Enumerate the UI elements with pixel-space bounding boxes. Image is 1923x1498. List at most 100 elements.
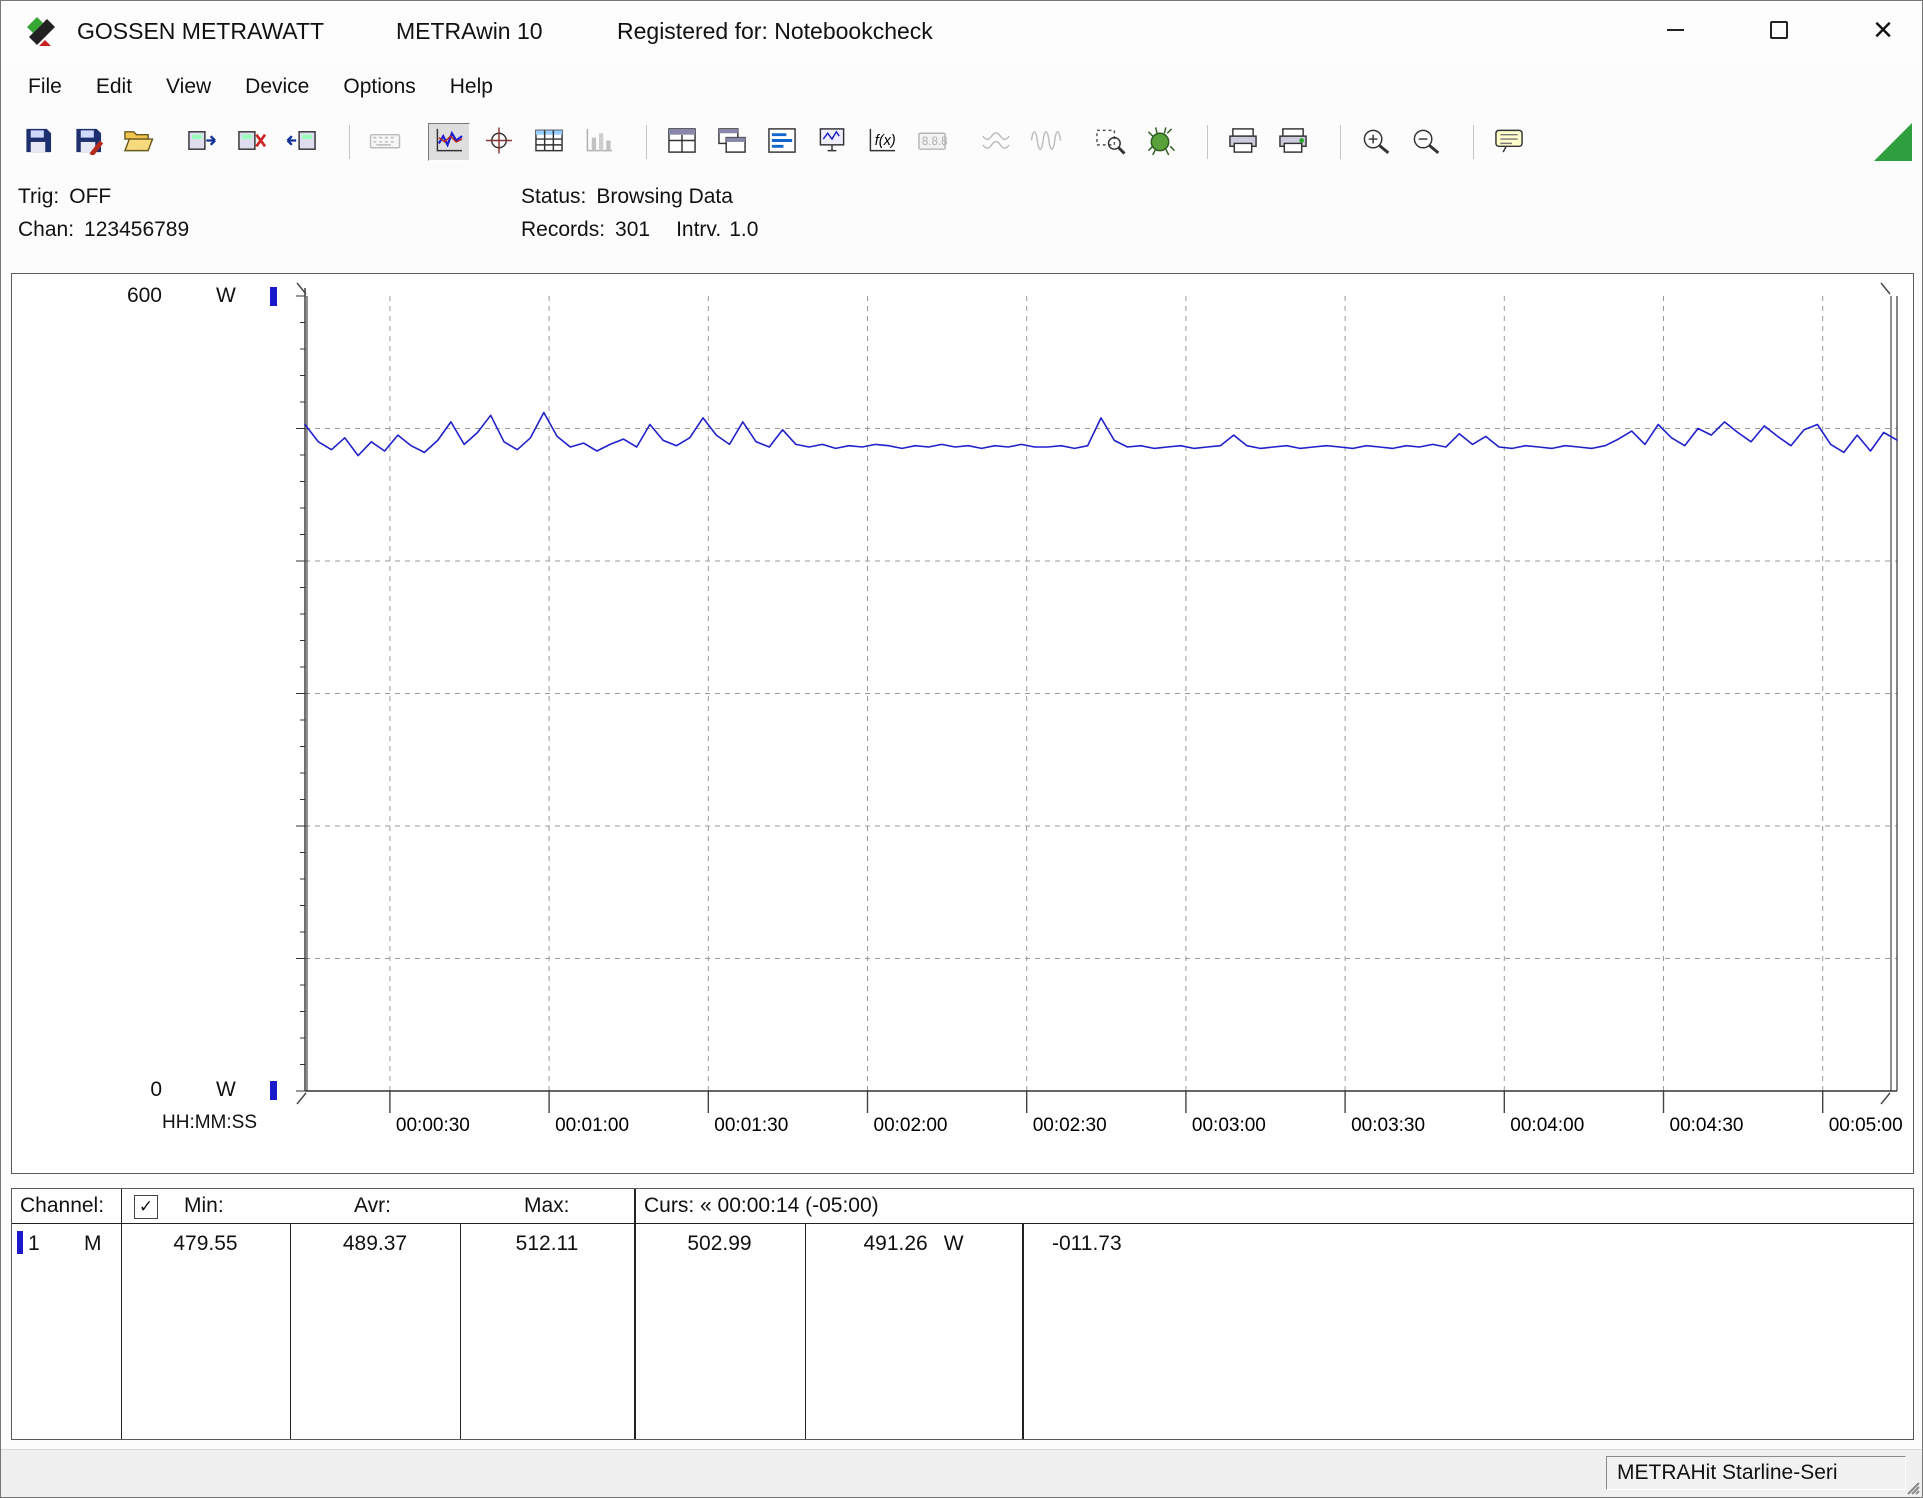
toolbar-button-print-setup[interactable] <box>1272 123 1314 161</box>
toolbar-button-save-as[interactable] <box>67 123 109 161</box>
waveform-icon <box>1030 126 1062 158</box>
toolbar-group <box>1488 123 1538 161</box>
row-cursor-delta: -011.73 <box>1052 1232 1122 1256</box>
toolbar-button-keyboard <box>364 123 406 161</box>
col-header-max: Max: <box>524 1194 570 1218</box>
note-icon <box>1493 126 1525 158</box>
table-divider <box>805 1224 806 1439</box>
toolbar: f(x) 8.8.8 <box>1 109 1922 175</box>
x-axis-label: HH:MM:SS <box>162 1112 257 1134</box>
svg-text:00:01:00: 00:01:00 <box>555 1115 629 1136</box>
toolbar-button-device-display: 8.8.8 <box>911 123 953 161</box>
power-chart[interactable]: 00:00:3000:01:0000:01:3000:02:0000:02:30… <box>291 280 1905 1143</box>
toolbar-separator <box>646 125 647 159</box>
menu-item-edit[interactable]: Edit <box>79 65 149 109</box>
table-divider <box>634 1189 636 1439</box>
toolbar-button-save[interactable] <box>17 123 59 161</box>
channel-visible-checkbox[interactable]: ✓ <box>134 1195 158 1219</box>
toolbar-group <box>364 123 414 161</box>
col-header-channel: Channel: <box>20 1194 104 1218</box>
zoom-out-icon <box>1410 126 1442 158</box>
minimize-button[interactable] <box>1652 9 1698 51</box>
svg-text:00:00:30: 00:00:30 <box>396 1115 470 1136</box>
toolbar-button-device-clear[interactable] <box>231 123 273 161</box>
toolbar-button-fx[interactable]: f(x) <box>861 123 903 161</box>
svg-text:8.8.8: 8.8.8 <box>922 135 948 148</box>
toolbar-button-crosshair[interactable] <box>478 123 520 161</box>
toolbar-button-line-chart[interactable] <box>428 123 470 161</box>
toolbar-separator <box>1340 125 1341 159</box>
records-label: Records: <box>521 218 605 241</box>
row-avr: 489.37 <box>290 1232 460 1256</box>
keyboard-icon <box>369 126 401 158</box>
toolbar-button-zoom-out[interactable] <box>1405 123 1447 161</box>
metrawin-window: GOSSEN METRAWATT METRAwin 10 Registered … <box>0 0 1923 1498</box>
toolbar-button-bug[interactable] <box>1139 123 1181 161</box>
toolbar-separator <box>1207 125 1208 159</box>
bar-chart-icon <box>583 126 615 158</box>
svg-text:00:03:30: 00:03:30 <box>1351 1115 1425 1136</box>
line-chart-icon <box>433 126 465 158</box>
device-display-icon: 8.8.8 <box>916 126 948 158</box>
trig-label: Trig: <box>18 185 59 208</box>
toolbar-button-device-export[interactable] <box>281 123 323 161</box>
row-max: 512.11 <box>460 1232 634 1256</box>
toolbar-button-tile-windows[interactable] <box>661 123 703 161</box>
measurement-table: Channel: ✓ Min: Avr: Max: Curs: « 00:00:… <box>11 1188 1914 1440</box>
toolbar-button-waveform <box>1025 123 1067 161</box>
toolbar-button-device-read[interactable] <box>181 123 223 161</box>
svg-text:00:02:00: 00:02:00 <box>874 1115 948 1136</box>
menu-item-help[interactable]: Help <box>433 65 510 109</box>
toolbar-button-open[interactable] <box>117 123 159 161</box>
status-label: Status: <box>521 185 586 208</box>
table-divider <box>460 1224 461 1439</box>
menubar: FileEditViewDeviceOptionsHelp <box>1 65 1922 109</box>
toolbar-button-zoom-select[interactable] <box>1089 123 1131 161</box>
toolbar-button-zoom-in[interactable] <box>1355 123 1397 161</box>
table-divider <box>1022 1224 1024 1439</box>
check-icon: ✓ <box>139 1197 153 1217</box>
toolbar-button-table-view[interactable] <box>528 123 570 161</box>
close-button[interactable] <box>1860 9 1906 51</box>
menu-item-options[interactable]: Options <box>326 65 432 109</box>
titlebar: GOSSEN METRAWATT METRAwin 10 Registered … <box>1 1 1922 65</box>
monitor-icon <box>816 126 848 158</box>
toolbar-button-note[interactable] <box>1488 123 1530 161</box>
col-header-min: Min: <box>184 1194 224 1218</box>
minimize-icon <box>1667 29 1684 31</box>
toolbar-group <box>1222 123 1322 161</box>
y-axis-marker-bottom <box>270 1081 277 1100</box>
toolbar-button-timeline[interactable] <box>761 123 803 161</box>
trig-value: OFF <box>69 185 111 208</box>
statusbar: METRAHit Starline-Seri <box>1 1449 1922 1497</box>
col-header-cursor: Curs: « 00:00:14 (-05:00) <box>644 1194 879 1218</box>
channel-status: Chan:123456789 <box>18 218 189 242</box>
app-status: Status:Browsing Data <box>521 185 733 209</box>
menu-item-device[interactable]: Device <box>228 65 326 109</box>
maximize-button[interactable] <box>1756 9 1802 51</box>
toolbar-button-print[interactable] <box>1222 123 1264 161</box>
menu-item-view[interactable]: View <box>149 65 228 109</box>
toolbar-button-split-wave <box>975 123 1017 161</box>
toolbar-group <box>975 123 1075 161</box>
toolbar-separator <box>349 125 350 159</box>
y-axis-unit-bottom: W <box>216 1078 236 1102</box>
title-registered: Registered for: Notebookcheck <box>617 18 933 45</box>
toolbar-separator <box>1473 125 1474 159</box>
svg-text:00:04:30: 00:04:30 <box>1670 1115 1744 1136</box>
interval-value: 1.0 <box>729 218 758 241</box>
toolbar-button-cascade-windows[interactable] <box>711 123 753 161</box>
toolbar-button-monitor[interactable] <box>811 123 853 161</box>
fx-icon: f(x) <box>866 126 898 158</box>
trigger-status: Trig: OFF <box>18 185 111 209</box>
resize-grip-icon[interactable] <box>1900 1475 1920 1495</box>
save-icon <box>22 126 54 158</box>
chan-label: Chan: <box>18 218 74 241</box>
menu-item-file[interactable]: File <box>11 65 79 109</box>
device-status-box: METRAHit Starline-Seri <box>1606 1456 1906 1490</box>
svg-text:f(x): f(x) <box>875 133 896 149</box>
split-wave-icon <box>980 126 1012 158</box>
table-view-icon <box>533 126 565 158</box>
crosshair-icon <box>483 126 515 158</box>
y-axis-max-label: 600 <box>98 284 162 308</box>
